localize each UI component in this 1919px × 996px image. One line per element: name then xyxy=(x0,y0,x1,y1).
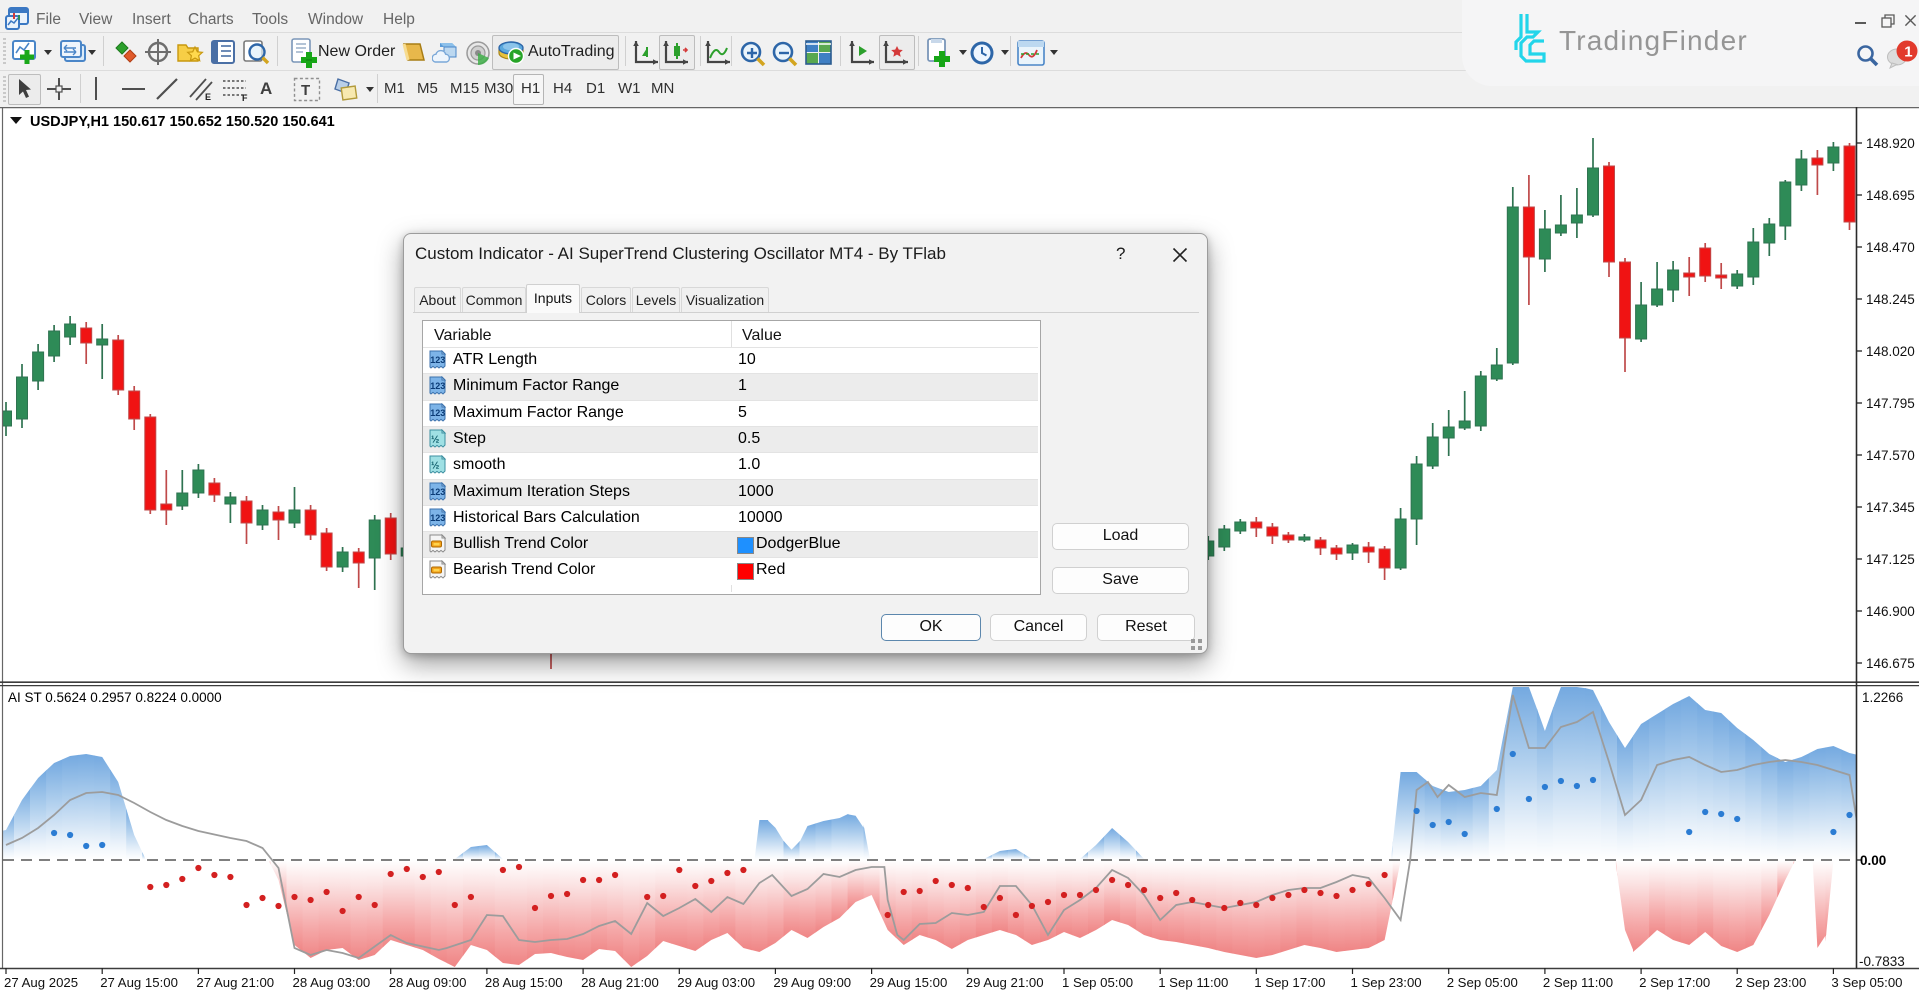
svg-text:1 Sep 17:00: 1 Sep 17:00 xyxy=(1254,975,1325,990)
svg-text:28 Aug 03:00: 28 Aug 03:00 xyxy=(293,975,371,990)
svg-text:AI ST 0.5624 0.2957 0.8224: AI ST 0.5624 0.2957 0.8224 0.0000 xyxy=(8,690,222,705)
svg-text:3 Sep 05:00: 3 Sep 05:00 xyxy=(1831,975,1902,990)
svg-text:USDJPY,H1 150.617 150.652 15: USDJPY,H1 150.617 150.652 150.520 150.64… xyxy=(30,114,335,130)
svg-text:29 Aug 15:00: 29 Aug 15:00 xyxy=(870,975,948,990)
svg-text:147.795: 147.795 xyxy=(1866,396,1915,411)
svg-text:2 Sep 23:00: 2 Sep 23:00 xyxy=(1735,975,1806,990)
svg-text:146.675: 146.675 xyxy=(1866,656,1915,671)
svg-text:147.345: 147.345 xyxy=(1866,500,1915,515)
svg-text:1 Sep 05:00: 1 Sep 05:00 xyxy=(1062,975,1133,990)
svg-text:½: ½ xyxy=(431,434,439,445)
svg-text:28 Aug 09:00: 28 Aug 09:00 xyxy=(389,975,467,990)
svg-text:147.570: 147.570 xyxy=(1866,448,1915,463)
svg-text:148.695: 148.695 xyxy=(1866,188,1915,203)
svg-text:29 Aug 21:00: 29 Aug 21:00 xyxy=(966,975,1044,990)
svg-text:1.2266: 1.2266 xyxy=(1862,690,1903,705)
svg-text:F: F xyxy=(242,93,248,101)
svg-text:E: E xyxy=(205,92,211,101)
svg-text:1: 1 xyxy=(1904,44,1912,61)
svg-text:-0.7833: -0.7833 xyxy=(1859,954,1905,969)
svg-text:148.470: 148.470 xyxy=(1866,240,1915,255)
svg-text:2 Sep 11:00: 2 Sep 11:00 xyxy=(1543,975,1613,990)
svg-text:123: 123 xyxy=(430,408,445,418)
svg-text:28 Aug 15:00: 28 Aug 15:00 xyxy=(485,975,563,990)
svg-text:½: ½ xyxy=(431,461,439,472)
svg-text:148.245: 148.245 xyxy=(1866,292,1915,307)
svg-text:148.920: 148.920 xyxy=(1866,136,1915,151)
svg-text:123: 123 xyxy=(430,487,445,497)
svg-text:148.020: 148.020 xyxy=(1866,344,1915,359)
svg-text:146.900: 146.900 xyxy=(1866,604,1915,619)
svg-text:T: T xyxy=(301,82,310,99)
svg-text:123: 123 xyxy=(430,381,445,391)
svg-text:29 Aug 09:00: 29 Aug 09:00 xyxy=(773,975,851,990)
svg-text:29 Aug 03:00: 29 Aug 03:00 xyxy=(677,975,755,990)
svg-text:123: 123 xyxy=(430,355,445,365)
svg-text:2 Sep 05:00: 2 Sep 05:00 xyxy=(1447,975,1518,990)
svg-text:2 Sep 17:00: 2 Sep 17:00 xyxy=(1639,975,1710,990)
svg-text:27 Aug 2025: 27 Aug 2025 xyxy=(4,975,78,990)
svg-text:0.00: 0.00 xyxy=(1860,853,1886,868)
svg-text:1 Sep 11:00: 1 Sep 11:00 xyxy=(1158,975,1228,990)
svg-text:27 Aug 15:00: 27 Aug 15:00 xyxy=(100,975,178,990)
svg-text:1 Sep 23:00: 1 Sep 23:00 xyxy=(1351,975,1422,990)
svg-text:147.125: 147.125 xyxy=(1866,552,1915,567)
svg-text:28 Aug 21:00: 28 Aug 21:00 xyxy=(581,975,659,990)
svg-text:27 Aug 21:00: 27 Aug 21:00 xyxy=(196,975,274,990)
svg-text:123: 123 xyxy=(430,513,445,523)
